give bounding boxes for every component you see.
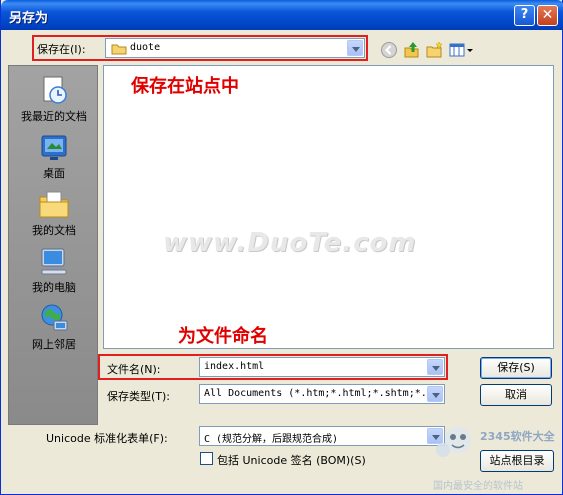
places-item-my-computer[interactable]: 我的电脑 [9,245,99,295]
filename-input[interactable]: index.html [199,357,445,377]
file-list[interactable] [103,65,554,349]
recent-documents-icon [43,76,67,104]
view-menu-icon[interactable] [449,41,475,59]
unicode-form-dropdown[interactable]: C (规范分解，后跟规范合成) [199,426,445,446]
places-item-recent[interactable]: 我最近的文档 [9,74,99,124]
chevron-down-icon[interactable] [427,359,443,375]
annotation-name-file: 为文件命名 [178,326,268,347]
annotation-save-in-site: 保存在站点中 [131,76,239,97]
my-computer-icon [41,248,67,275]
save-button[interactable]: 保存(S) [480,357,552,379]
places-item-network[interactable]: 网上邻居 [9,302,99,352]
places-label: 我的文档 [32,224,76,237]
unicode-form-value: C (规范分解，后跟规范合成) [204,434,339,445]
back-icon[interactable] [380,41,398,59]
places-label: 网上邻居 [32,338,76,351]
window-title: 另存为 [9,11,49,26]
filetype-dropdown[interactable]: All Documents (*.htm;*.html;*.shtm;*. [199,384,445,404]
unicode-form-label: Unicode 标准化表单(F): [46,432,168,445]
places-label: 桌面 [43,167,65,180]
brand-text: 2345软件大全 [480,430,555,443]
filetype-label: 保存类型(T): [107,390,171,403]
brand-subtext: 国内最安全的软件站 [433,481,523,492]
filename-label: 文件名(N): [107,363,161,376]
title-bar: 另存为 ? ✕ [1,0,563,30]
filename-value: index.html [204,361,265,372]
new-folder-icon[interactable] [426,41,444,59]
chevron-down-icon[interactable] [427,386,443,402]
network-places-icon [41,304,68,331]
places-bar: 我最近的文档 桌面 我的文档 我的电脑 网上邻居 [8,65,98,425]
places-label: 我的电脑 [32,281,76,294]
bom-label: 包括 Unicode 签名 (BOM)(S) [217,454,366,467]
save-in-highlight [32,35,368,61]
bom-checkbox[interactable] [200,452,213,465]
desktop-icon [41,135,67,160]
save-as-dialog: 另存为 ? ✕ 保存在(I): duote 我最近的文档 桌面 我的文档 我的电… [0,0,563,495]
filetype-value: All Documents (*.htm;*.html;*.shtm;*. [204,388,427,399]
watermark-text: www.DuoTe.com [163,228,417,258]
my-documents-icon [39,191,69,218]
places-item-desktop[interactable]: 桌面 [9,131,99,181]
places-label: 我最近的文档 [21,110,87,123]
close-button[interactable]: ✕ [537,5,558,26]
site-root-button[interactable]: 站点根目录 [480,450,554,472]
places-item-my-documents[interactable]: 我的文档 [9,188,99,238]
help-button[interactable]: ? [514,5,535,26]
cancel-button[interactable]: 取消 [480,384,552,406]
up-folder-icon[interactable] [403,41,421,59]
